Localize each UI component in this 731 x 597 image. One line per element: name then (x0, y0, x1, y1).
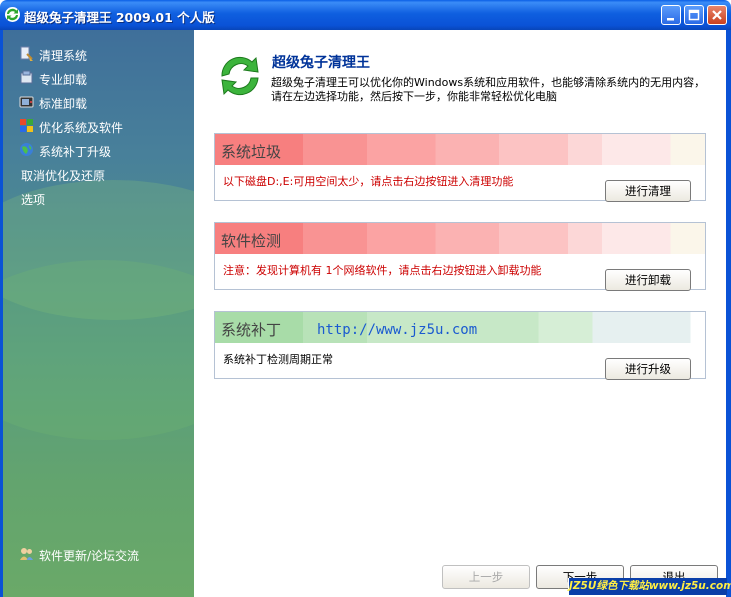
broom-icon (20, 46, 33, 61)
windows-flag-icon (20, 119, 33, 132)
card-header-band: 系统补丁 http://www.jz5u.com (215, 312, 705, 343)
card-header-band: 系统垃圾 (215, 134, 705, 165)
main-panel: 超级兔子清理王 超级兔子清理王可以优化你的Windows系统和应用软件，也能够清… (194, 30, 726, 597)
app-icon (5, 7, 20, 22)
title-bar[interactable]: 超级兔子清理王 2009.01 个人版 (0, 0, 731, 30)
minimize-button[interactable] (661, 5, 681, 25)
maximize-button[interactable] (684, 5, 704, 25)
close-button[interactable] (707, 5, 727, 25)
card-title: 系统垃圾 (221, 143, 282, 161)
minimize-icon (667, 18, 674, 21)
previous-button[interactable]: 上一步 (442, 565, 530, 589)
uninstall-icon (20, 70, 33, 84)
close-icon (712, 10, 722, 20)
card-message: 注意：发现计算机有 1个网络软件，请点击右边按钮进入卸载功能 (223, 264, 542, 277)
page-description: 超级兔子清理王可以优化你的Windows系统和应用软件，也能够清除系统内的无用内… (271, 76, 706, 103)
patch-card: 系统补丁 http://www.jz5u.com 系统补丁检测周期正常 进行升级 (214, 311, 706, 380)
green-refresh-arrows-icon (221, 56, 259, 96)
card-title: 软件检测 (221, 232, 282, 250)
card-message: 以下磁盘D:,E:可用空间太少，请点击右边按钮进入清理功能 (223, 175, 514, 188)
sidebar-decoration (3, 260, 194, 440)
junk-card: 系统垃圾 以下磁盘D:,E:可用空间太少，请点击右边按钮进入清理功能 进行清理 (214, 133, 706, 202)
tv-icon (19, 96, 34, 108)
watermark-banner: JZ5U绿色下载站www.jz5u.com (568, 578, 731, 595)
window-frame-right (726, 30, 731, 597)
software-card: 软件检测 注意：发现计算机有 1个网络软件，请点击右边按钮进入卸载功能 进行卸载 (214, 222, 706, 291)
page-title: 超级兔子清理王 (272, 55, 370, 71)
users-icon (20, 548, 33, 560)
maximize-icon (688, 9, 700, 21)
window-title: 超级兔子清理王 2009.01 个人版 (24, 10, 215, 25)
card-header-band: 软件检测 (215, 223, 705, 254)
card-title: 系统补丁 (221, 321, 282, 339)
card-message: 系统补丁检测周期正常 (223, 353, 333, 366)
globe-icon (20, 143, 33, 156)
clean-button[interactable]: 进行清理 (605, 180, 691, 202)
sidebar: 清理系统 专业卸载 标准卸载 优化系统及软件 系统补丁升级 取消优化及还原 选项… (3, 30, 194, 597)
watermark-url: http://www.jz5u.com (317, 322, 478, 338)
upgrade-button[interactable]: 进行升级 (605, 358, 691, 380)
uninstall-button[interactable]: 进行卸载 (605, 269, 691, 291)
